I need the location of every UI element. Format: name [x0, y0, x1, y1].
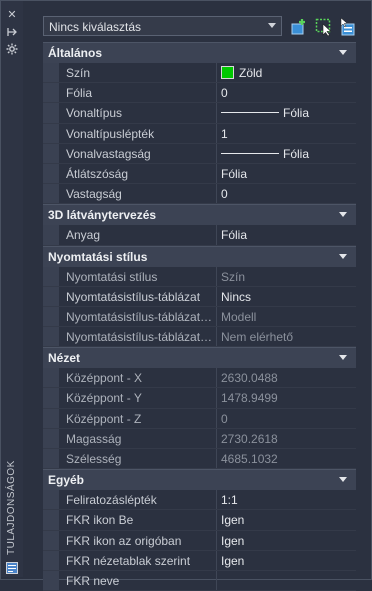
property-value: 2730.2618 [221, 431, 278, 446]
lineweight-sample [221, 152, 279, 154]
property-row-center-y[interactable]: Középpont - Y 1478.9499 [43, 388, 356, 409]
property-label: Szín [66, 66, 91, 80]
property-label: Nyomtatásistílus-táblázat… [66, 309, 211, 324]
property-label: Nyomtatásistílus-táblázat… [66, 330, 211, 345]
section-general-header[interactable]: Általános [43, 42, 356, 63]
property-value[interactable]: 0 [221, 187, 228, 201]
property-value: 4685.1032 [221, 452, 278, 466]
property-value[interactable]: Nincs [221, 290, 251, 304]
property-label: Nyomtatási stílus [66, 269, 158, 284]
property-label: Átlátszóság [66, 166, 129, 181]
property-row-material[interactable]: Anyag Fólia [43, 225, 356, 246]
property-label: FKR ikon az origóban [66, 533, 182, 548]
section-title: Nyomtatási stílus [48, 249, 148, 264]
properties-icon[interactable] [6, 562, 18, 574]
property-label: FKR nézetablak szerint [66, 553, 191, 568]
property-grid: Általános Szín Zöld Fólia 0 Vonaltípus F… [43, 42, 356, 591]
property-row-linetype-scale[interactable]: Vonaltípuslépték 1 [43, 123, 356, 144]
property-label: FKR ikon Be [66, 513, 134, 528]
property-value[interactable]: Fólia [221, 167, 247, 181]
property-label: Anyag [66, 228, 101, 243]
property-label: Vonalvastagság [66, 146, 151, 161]
property-value: Szín [221, 269, 246, 284]
collapse-icon[interactable] [339, 355, 347, 361]
property-row-plot-style[interactable]: Nyomtatási stílus Szín [43, 266, 356, 287]
property-value: Nem elérhető [221, 330, 294, 345]
property-value[interactable]: Igen [221, 513, 244, 527]
section-3d-visualization-header[interactable]: 3D látványtervezés [43, 204, 356, 226]
property-row-plot-style-table-attached[interactable]: Nyomtatásistílus-táblázat… Modell [43, 306, 356, 328]
property-row-ucs-icon-on[interactable]: FKR ikon Be Igen [43, 510, 356, 531]
section-misc-header[interactable]: Egyéb [43, 469, 356, 491]
property-value[interactable]: 0 [221, 86, 228, 100]
property-value[interactable]: Igen [221, 534, 244, 548]
property-row-ucs-name[interactable]: FKR neve [43, 570, 356, 591]
property-row-layer[interactable]: Fólia 0 [43, 83, 356, 104]
section-view-header[interactable]: Nézet [43, 347, 356, 369]
property-row-center-x[interactable]: Középpont - X 2630.0488 [43, 368, 356, 389]
property-row-color[interactable]: Szín Zöld [43, 63, 356, 84]
auto-hide-icon[interactable] [6, 26, 18, 38]
property-row-transparency[interactable]: Átlátszóság Fólia [43, 163, 356, 185]
property-value: 0 [221, 411, 228, 426]
property-row-lineweight[interactable]: Vonalvastagság Fólia [43, 143, 356, 164]
section-plot-style-header[interactable]: Nyomtatási stílus [43, 245, 356, 267]
selection-dropdown-value: Nincs kiválasztás [49, 20, 142, 34]
section-title: Általános [48, 46, 103, 60]
palette-title: TULAJDONSÁGOK [6, 460, 17, 555]
property-row-ucs-icon-at-origin[interactable]: FKR ikon az origóban Igen [43, 530, 356, 551]
property-label: Vonaltípuslépték [66, 126, 155, 141]
property-label: Feliratozáslépték [66, 493, 157, 508]
property-value[interactable]: Fólia [283, 147, 309, 161]
property-value[interactable]: Fólia [283, 106, 309, 120]
property-value[interactable]: Fólia [221, 228, 247, 242]
color-swatch [221, 66, 234, 79]
property-label: Fólia [66, 86, 93, 101]
gear-icon[interactable] [6, 43, 18, 55]
property-label: Középpont - Z [66, 411, 142, 426]
property-value[interactable]: Zöld [239, 66, 262, 80]
section-title: Nézet [48, 351, 81, 366]
property-label: FKR neve [66, 573, 120, 588]
select-objects-icon[interactable] [314, 17, 334, 37]
property-label: Középpont - Y [66, 391, 142, 406]
property-label: Vonaltípus [66, 106, 123, 121]
palette-title-bar[interactable]: ✕ TULAJDONSÁGOK [1, 1, 23, 577]
collapse-icon[interactable] [339, 477, 347, 483]
property-row-ucs-per-viewport[interactable]: FKR nézetablak szerint Igen [43, 550, 356, 571]
chevron-down-icon [268, 23, 276, 28]
property-value: 2630.0488 [221, 371, 278, 386]
property-row-height[interactable]: Magasság 2730.2618 [43, 428, 356, 449]
property-row-linetype[interactable]: Vonaltípus Fólia [43, 103, 356, 124]
collapse-icon[interactable] [339, 50, 347, 55]
property-label: Nyomtatásistílus-táblázat [66, 289, 201, 304]
property-label: Középpont - X [66, 371, 143, 386]
collapse-icon[interactable] [339, 212, 347, 218]
property-value: Modell [221, 309, 257, 324]
property-value[interactable]: 1:1 [221, 493, 238, 507]
property-row-plot-style-table-type[interactable]: Nyomtatásistílus-táblázat… Nem elérhető [43, 327, 356, 348]
property-label: Vastagság [66, 187, 122, 202]
property-value: 1478.9499 [221, 391, 278, 406]
quick-select-icon[interactable] [290, 17, 310, 37]
section-title: Egyéb [48, 473, 85, 488]
property-label: Szélesség [66, 452, 122, 466]
property-label: Magasság [66, 431, 122, 446]
collapse-icon[interactable] [339, 253, 347, 259]
property-row-width[interactable]: Szélesség 4685.1032 [43, 449, 356, 470]
property-row-annotation-scale[interactable]: Feliratozáslépték 1:1 [43, 490, 356, 511]
property-row-plot-style-table[interactable]: Nyomtatásistílus-táblázat Nincs [43, 286, 356, 307]
close-icon[interactable]: ✕ [6, 9, 18, 21]
property-value[interactable]: 1 [221, 127, 228, 141]
property-row-center-z[interactable]: Középpont - Z 0 [43, 408, 356, 429]
section-title: 3D látványtervezés [48, 208, 157, 223]
property-row-thickness[interactable]: Vastagság 0 [43, 184, 356, 205]
linetype-sample [221, 112, 279, 114]
property-value[interactable]: Igen [221, 554, 244, 568]
selection-dropdown[interactable]: Nincs kiválasztás [43, 16, 282, 36]
toggle-pickadd-icon[interactable] [338, 17, 358, 37]
